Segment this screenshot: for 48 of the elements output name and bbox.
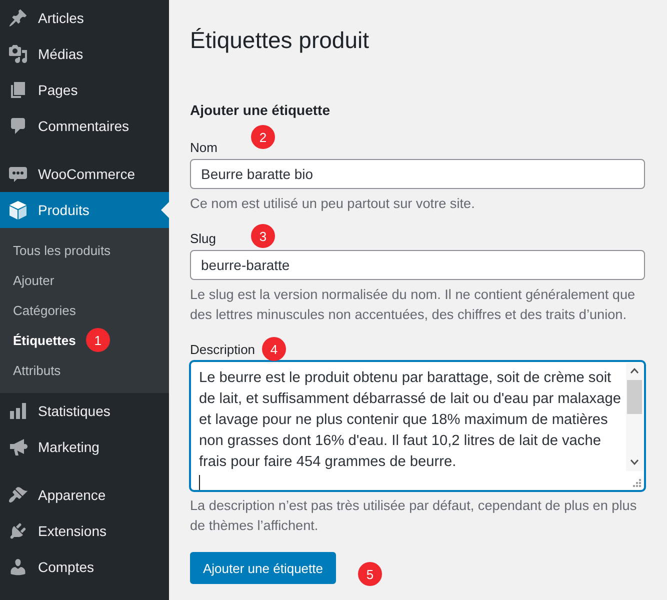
submenu-item[interactable]: Étiquettes 1	[0, 325, 169, 355]
submenu-item[interactable]: Ajouter	[0, 265, 169, 295]
help-text: Ce nom est utilisé un peu partout sur votre site.	[190, 195, 476, 213]
stacked-pages-icon	[8, 80, 28, 100]
cube-icon	[8, 200, 28, 220]
speech-bubble-icon	[8, 116, 28, 136]
person-icon	[8, 557, 28, 577]
input-field[interactable]: beurre-baratte	[190, 250, 645, 280]
plug-icon	[8, 521, 28, 541]
input-field[interactable]: Beurre baratte bio	[190, 159, 645, 189]
step-marker: 2	[251, 125, 275, 149]
step-marker: 1	[86, 328, 110, 352]
step-marker: 5	[358, 562, 382, 586]
megaphone-icon	[8, 437, 28, 457]
pushpin-icon	[8, 8, 28, 28]
menu-item[interactable]: Apparence	[0, 477, 169, 513]
text-cursor	[199, 475, 200, 490]
step-marker: 3	[251, 224, 275, 248]
textarea-field[interactable]: Le beurre est le produit obtenu par barattage, soit de crème soit de lait, et suffisamment débarrassé de lait ou d'eau par malaxage et lavage pour ne plus contenir que 18% maximum de matières non grasses dont 16% d'eau. Il faut 10,2 litres de lait de vache frais pour faire 454 grammes de beurre.	[190, 361, 645, 491]
help-text: La description n’est pas très utilisée par défaut, cependant de plus en plus de thèmes l’affichent.	[190, 497, 638, 535]
bar-chart-icon	[8, 401, 28, 421]
scrollbar[interactable]	[626, 363, 643, 471]
menu-item[interactable]: Articles	[0, 0, 169, 36]
menu-item[interactable]: Commentaires	[0, 108, 169, 144]
paintbrush-icon	[8, 485, 28, 505]
resize-grip-icon[interactable]	[633, 479, 641, 487]
submit-button[interactable]: Ajouter une étiquette	[190, 552, 336, 584]
menu-item[interactable]: Pages	[0, 72, 169, 108]
menu-item[interactable]: WooCommerce	[0, 156, 169, 192]
camera-and-note-icon	[8, 44, 28, 64]
scrollbar-thumb[interactable]	[627, 380, 642, 414]
field-label: Description	[190, 341, 256, 359]
menu-item[interactable]: Médias	[0, 36, 169, 72]
field-label: Slug	[190, 230, 216, 248]
help-text: Le slug est la version normalisée du nom. Il ne contient généralement que des lettres minuscules non accentuées, des chiffres et des traits d’union.	[190, 286, 636, 324]
dotted-bubble-icon	[8, 164, 28, 184]
menu-item[interactable]: Extensions	[0, 513, 169, 549]
menu-item[interactable]: Produits	[0, 192, 169, 228]
section-heading: Ajouter une étiquette	[190, 101, 332, 120]
step-marker: 4	[262, 337, 286, 361]
menu-item[interactable]: Statistiques	[0, 393, 169, 429]
menu-item[interactable]: Comptes	[0, 549, 169, 585]
page-title: Étiquettes produit	[190, 26, 370, 55]
submenu-item[interactable]: Catégories	[0, 295, 169, 325]
menu-item[interactable]: Marketing	[0, 429, 169, 465]
submenu-item[interactable]: Attributs	[0, 355, 169, 385]
submenu-item[interactable]: Tous les produits	[0, 235, 169, 265]
field-label: Nom	[190, 139, 218, 157]
